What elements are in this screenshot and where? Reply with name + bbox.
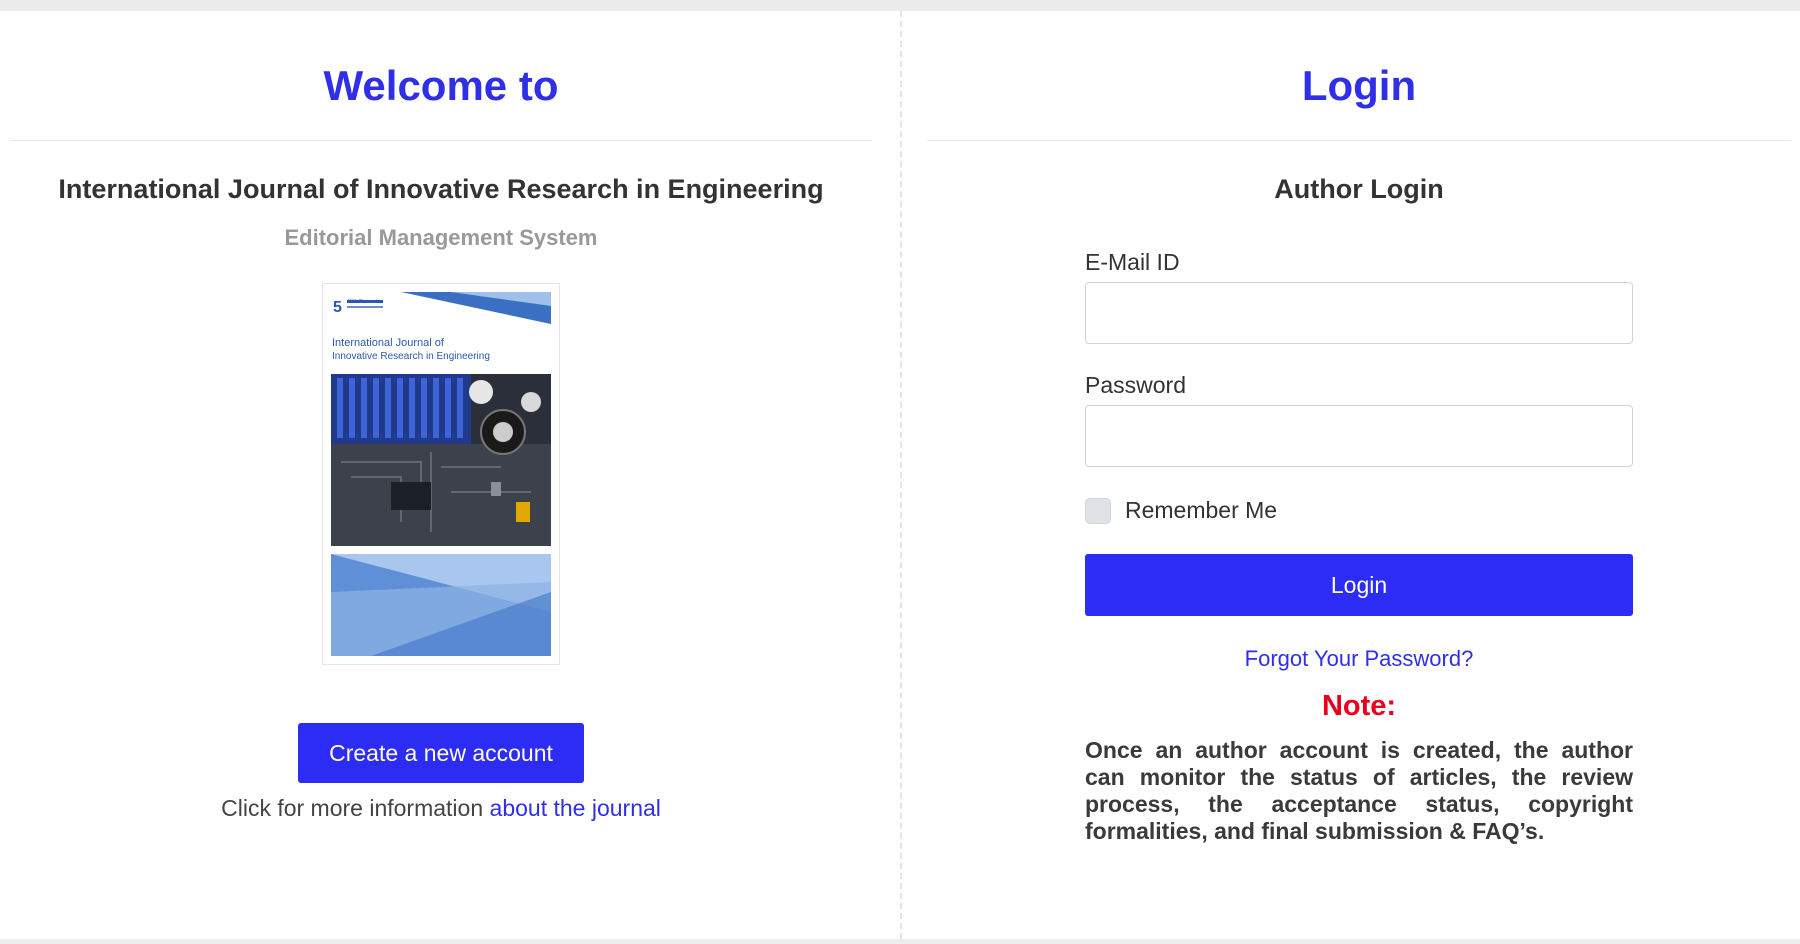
panel-divider <box>900 11 902 939</box>
remember-me-label: Remember Me <box>1125 497 1278 523</box>
email-label: E-Mail ID <box>1085 249 1180 275</box>
author-login-heading: Author Login <box>1274 174 1444 204</box>
password-field[interactable] <box>1085 405 1633 467</box>
more-info-prefix: Click for more information <box>221 795 484 821</box>
email-field[interactable] <box>1085 282 1633 344</box>
page-frame: Welcome to International Journal of Inno… <box>0 11 1800 939</box>
note-text: Once an author account is created, the a… <box>1085 737 1633 844</box>
login-button[interactable]: Login <box>1085 554 1633 616</box>
svg-text:5: 5 <box>333 299 342 316</box>
welcome-panel: Welcome to International Journal of Inno… <box>10 11 872 939</box>
password-label: Password <box>1085 372 1186 398</box>
cover-publisher: Fifth Dimension <box>348 299 383 305</box>
journal-name: International Journal of Innovative Rese… <box>58 174 824 204</box>
welcome-title: Welcome to <box>10 11 872 141</box>
login-title: Login <box>927 11 1791 141</box>
more-info-text: Click for more information about the jou… <box>10 795 872 822</box>
journal-cover-image: 5 Fifth Dimension International Journal … <box>322 283 560 665</box>
journal-cover-artwork: 5 Fifth Dimension International Journal … <box>331 292 551 656</box>
remember-me-checkbox[interactable] <box>1085 497 1111 524</box>
about-journal-link[interactable]: about the journal <box>490 795 661 821</box>
forgot-password-link[interactable]: Forgot Your Password? <box>1085 646 1633 672</box>
remember-me-row: Remember Me <box>1085 497 1633 524</box>
login-panel: Login Author Login E-Mail ID Password Re… <box>927 11 1791 939</box>
cover-title-line2: Innovative Research in Engineering <box>332 351 490 362</box>
create-account-button[interactable]: Create a new account <box>298 723 584 783</box>
system-name: Editorial Management System <box>284 225 598 250</box>
note-title: Note: <box>1321 690 1397 722</box>
cover-title-line1: International Journal of <box>332 337 445 349</box>
login-form: E-Mail ID Password Remember Me Login For… <box>1085 249 1633 845</box>
